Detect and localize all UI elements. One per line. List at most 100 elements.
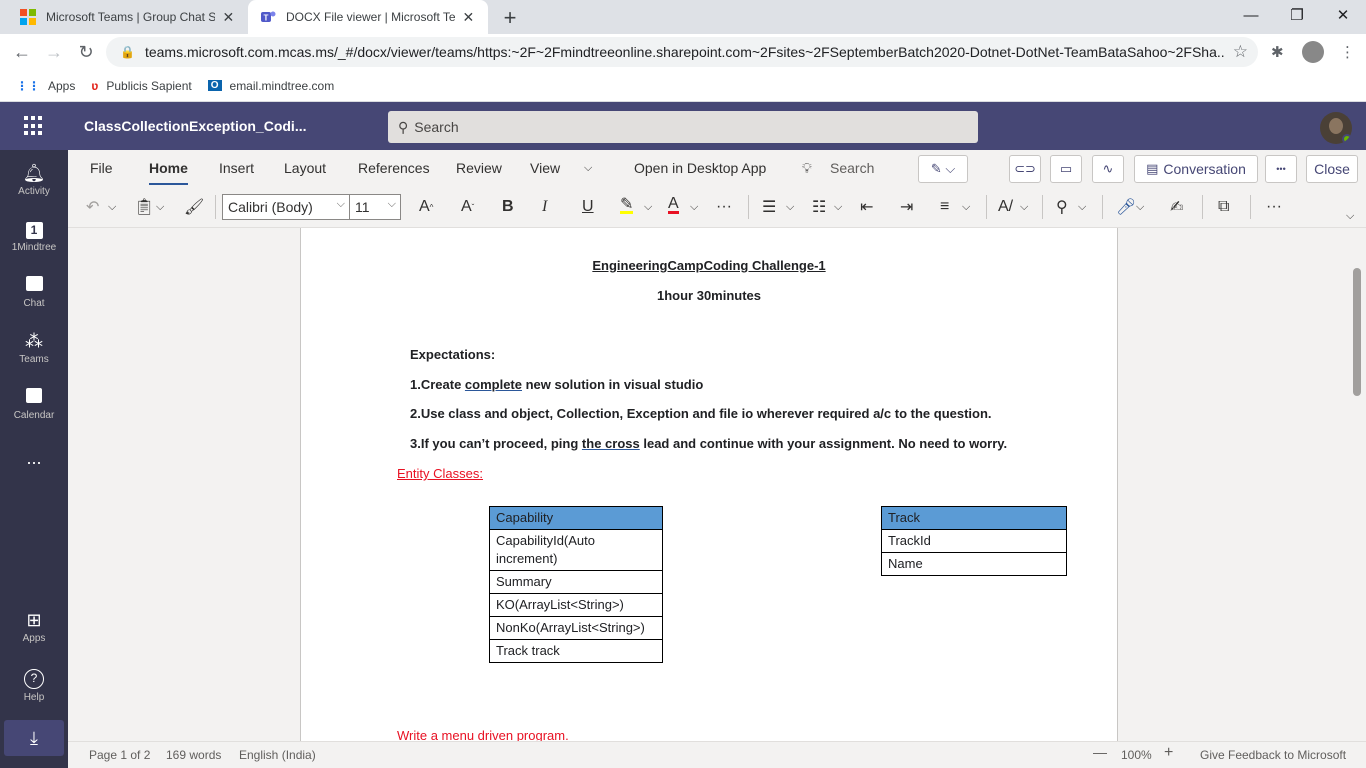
browser-tab-group-chat[interactable]: Microsoft Teams | Group Chat So ✕ xyxy=(8,0,248,34)
zoom-in-icon[interactable]: + xyxy=(1164,744,1173,762)
extensions-icon[interactable]: ✱ xyxy=(1271,43,1284,61)
share-link-button[interactable]: ⊂⊃ xyxy=(1009,155,1041,183)
word-count[interactable]: 169 words xyxy=(166,748,221,762)
rail-activity[interactable]: 🔔︎ Activity xyxy=(0,163,68,197)
rail-chat[interactable]: Chat xyxy=(0,275,68,309)
close-button[interactable]: Close xyxy=(1306,155,1358,183)
user-avatar[interactable] xyxy=(1320,112,1352,144)
minimize-button[interactable]: — xyxy=(1228,0,1274,30)
rail-teams[interactable]: ⁂ Teams xyxy=(0,331,68,365)
url-text[interactable]: teams.microsoft.com.mcas.ms/_#/docx/view… xyxy=(145,44,1225,60)
tab-layout[interactable]: Layout xyxy=(284,160,326,176)
chevron-down-icon[interactable]: ⌵ xyxy=(644,196,652,218)
more-font-icon[interactable]: ··· xyxy=(716,196,732,218)
table-cell: Summary xyxy=(489,570,663,594)
chevron-down-icon[interactable]: ⌵ xyxy=(1078,196,1086,218)
address-bar-row: ← → ↻ 🔒 teams.microsoft.com.mcas.ms/_#/d… xyxy=(0,34,1366,70)
lightbulb-icon: 💡︎ xyxy=(802,160,812,176)
more-options-button[interactable]: ••• xyxy=(1265,155,1297,183)
browser-menu-icon[interactable]: ⋮ xyxy=(1340,43,1355,61)
chevron-down-icon[interactable]: ⌵ xyxy=(156,196,164,218)
rail-1mindtree[interactable]: 1 1Mindtree xyxy=(0,218,68,253)
tab-title: Microsoft Teams | Group Chat So xyxy=(46,10,215,24)
tab-view[interactable]: View xyxy=(530,160,560,176)
find-icon[interactable]: ⚲ xyxy=(1056,196,1068,218)
bookmark-email[interactable]: O email.mindtree.com xyxy=(207,79,334,93)
rail-calendar[interactable]: Calendar xyxy=(0,387,68,421)
teams-search-input[interactable]: ⚲ Search xyxy=(388,111,978,143)
reuse-files-icon[interactable]: ⧉ xyxy=(1218,196,1229,218)
bookmark-publicis[interactable]: ʋ Publicis Sapient xyxy=(91,79,191,93)
restore-button[interactable]: ❐ xyxy=(1274,0,1320,30)
dictate-icon[interactable]: 🎤︎ xyxy=(1116,196,1136,218)
tab-file[interactable]: File xyxy=(90,160,113,176)
open-desktop-app-button[interactable]: Open in Desktop App xyxy=(634,160,766,176)
pencil-icon: ✎ ⌵ xyxy=(930,161,956,176)
language[interactable]: English (India) xyxy=(239,748,316,762)
rail-more[interactable]: ... xyxy=(0,448,68,469)
font-name-select[interactable]: Calibri (Body) ⌵ xyxy=(222,194,350,220)
comment-button[interactable]: ▭ xyxy=(1050,155,1082,183)
rail-apps[interactable]: ⊞ Apps xyxy=(0,610,68,644)
activity-button[interactable]: ∿ xyxy=(1092,155,1124,183)
chevron-down-icon[interactable]: ⌵ xyxy=(834,196,842,218)
bold-icon[interactable]: B xyxy=(502,196,514,218)
chevron-down-icon[interactable]: ⌵ xyxy=(962,196,970,218)
app-launcher-icon[interactable] xyxy=(24,116,44,136)
omnibox[interactable]: 🔒 teams.microsoft.com.mcas.ms/_#/docx/vi… xyxy=(106,37,1258,67)
italic-icon[interactable]: I xyxy=(542,196,547,218)
font-color-icon[interactable]: A xyxy=(668,195,679,214)
bookmark-star-icon[interactable]: ☆ xyxy=(1233,42,1248,62)
font-size-select[interactable]: 11 ⌵ xyxy=(349,194,401,220)
capability-table: Capability CapabilityId(Auto increment) … xyxy=(489,506,663,663)
grow-font-icon[interactable]: A ^ xyxy=(419,196,433,218)
document-page[interactable]: EngineeringCampCoding Challenge-1 1hour … xyxy=(300,228,1118,741)
page-count[interactable]: Page 1 of 2 xyxy=(89,748,150,762)
decrease-indent-icon[interactable]: ⇤ xyxy=(860,196,873,218)
back-button[interactable]: ← xyxy=(10,40,34,64)
editing-mode-button[interactable]: ✎ ⌵ xyxy=(918,155,968,183)
tab-references[interactable]: References xyxy=(358,160,430,176)
window-close-button[interactable]: ✕ xyxy=(1320,0,1366,30)
tab-insert[interactable]: Insert xyxy=(219,160,254,176)
chevron-down-icon[interactable]: ⌵ xyxy=(690,196,698,218)
numbering-icon[interactable]: ☷ xyxy=(812,196,826,218)
rail-help[interactable]: ? Help xyxy=(0,666,68,703)
new-tab-button[interactable]: + xyxy=(498,5,522,31)
align-icon[interactable]: ≡ xyxy=(940,196,949,218)
more-toolbar-icon[interactable]: ··· xyxy=(1266,196,1282,218)
shrink-font-icon[interactable]: Aˇ xyxy=(461,196,474,218)
forward-button[interactable]: → xyxy=(42,40,66,64)
tab-close-icon[interactable]: ✕ xyxy=(461,9,476,26)
zoom-out-icon[interactable]: — xyxy=(1093,744,1107,760)
undo-icon[interactable]: ↶ xyxy=(86,196,99,218)
zoom-level[interactable]: 100% xyxy=(1121,748,1152,762)
download-app-button[interactable]: ⤓ xyxy=(4,720,64,756)
conversation-button[interactable]: ▤ Conversation xyxy=(1134,155,1258,183)
chevron-down-icon[interactable]: ⌵ xyxy=(584,162,592,175)
tab-home[interactable]: Home xyxy=(149,160,188,185)
increase-indent-icon[interactable]: ⇥ xyxy=(900,196,913,218)
reload-button[interactable]: ↻ xyxy=(74,40,98,64)
bullets-icon[interactable]: ☰ xyxy=(762,196,776,218)
highlight-icon[interactable]: ✎ xyxy=(620,196,634,214)
format-painter-icon[interactable]: 🖌︎ xyxy=(184,196,204,218)
styles-icon[interactable]: A/ xyxy=(998,196,1013,218)
bookmark-apps[interactable]: ⋮⋮ Apps xyxy=(16,79,75,93)
profile-avatar[interactable] xyxy=(1302,41,1324,63)
chevron-down-icon[interactable]: ⌵ xyxy=(786,196,794,218)
chevron-down-icon[interactable]: ⌵ xyxy=(108,196,116,218)
chevron-down-icon[interactable]: ⌵ xyxy=(1136,196,1144,218)
underline-icon[interactable]: U xyxy=(582,196,594,218)
collapse-ribbon-icon[interactable]: ⌵ xyxy=(1346,205,1354,227)
scrollbar-thumb[interactable] xyxy=(1353,268,1361,396)
paste-icon[interactable]: 📋︎ xyxy=(134,196,154,218)
editor-icon[interactable]: ✍ xyxy=(1170,196,1183,218)
capability-table-header: Capability xyxy=(489,506,663,530)
chevron-down-icon[interactable]: ⌵ xyxy=(1020,196,1028,218)
tab-review[interactable]: Review xyxy=(456,160,502,176)
browser-tab-docx-viewer[interactable]: T DOCX File viewer | Microsoft Tea ✕ xyxy=(248,0,488,34)
ribbon-search[interactable]: Search xyxy=(830,160,874,176)
feedback-link[interactable]: Give Feedback to Microsoft xyxy=(1200,748,1346,762)
tab-close-icon[interactable]: ✕ xyxy=(221,9,236,26)
